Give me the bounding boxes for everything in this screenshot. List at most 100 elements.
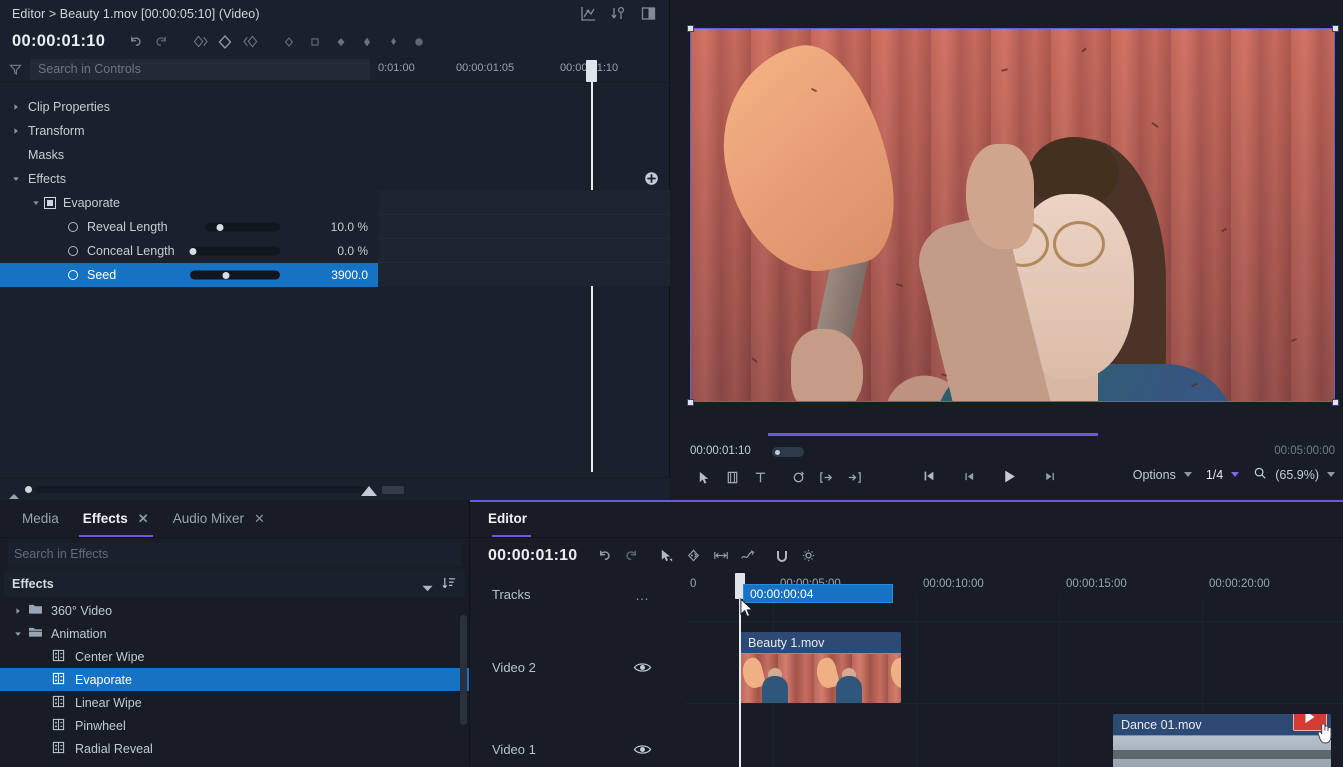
filter-icon[interactable] — [0, 63, 30, 76]
playhead-timecode[interactable]: 00:00:01:10 — [12, 32, 105, 51]
group-transform[interactable]: Transform — [0, 119, 378, 143]
viewer-quality-value[interactable]: 1/4 — [1206, 468, 1223, 482]
timeline-clip-dance[interactable]: Dance 01.mov SUBSCRIBE — [1113, 714, 1331, 767]
search-input[interactable] — [30, 59, 370, 80]
tab-audio-mixer[interactable]: Audio Mixer ✕ — [161, 500, 277, 537]
chevron-down-icon[interactable] — [10, 630, 26, 638]
viewer-zoom-level[interactable]: (65.9%) — [1275, 468, 1319, 482]
tree-folder-animation[interactable]: Animation — [0, 622, 469, 645]
chevron-down-icon[interactable] — [422, 580, 433, 595]
zoom-slider-knob[interactable] — [25, 486, 32, 493]
tree-effect-center-wipe[interactable]: Center Wipe — [0, 645, 469, 668]
track-name-video-1[interactable]: Video 1 — [492, 742, 536, 757]
play-icon[interactable] — [995, 464, 1023, 488]
crop-handle-bottom-left[interactable] — [687, 399, 694, 406]
param-value[interactable]: 10.0 % — [331, 220, 368, 234]
keyframe-lane[interactable] — [378, 190, 670, 214]
bezier-keyframe-icon[interactable] — [354, 30, 380, 54]
tree-folder-360-video[interactable]: 360° Video — [0, 599, 469, 622]
viewer-options-button[interactable]: Options — [1133, 468, 1176, 482]
undo-icon[interactable] — [122, 30, 148, 54]
video-preview[interactable] — [690, 28, 1335, 402]
next-keyframe-icon[interactable] — [238, 30, 264, 54]
param-row-reveal-length[interactable]: Reveal Length 10.0 % — [0, 215, 378, 239]
select-tool-icon[interactable] — [690, 465, 718, 489]
close-icon[interactable]: ✕ — [254, 511, 265, 527]
trim-icon[interactable] — [707, 544, 734, 568]
tab-effects[interactable]: Effects ✕ — [71, 500, 161, 537]
loop-icon[interactable] — [784, 465, 812, 489]
keyframe-playhead-handle[interactable] — [586, 60, 597, 82]
keyframe-toggle-icon[interactable] — [68, 246, 78, 256]
chevron-right-icon[interactable] — [10, 607, 26, 615]
keyframe-lane[interactable] — [378, 238, 670, 262]
zoom-in-icon[interactable] — [360, 485, 378, 500]
redo-icon[interactable] — [618, 544, 645, 568]
link-icon[interactable] — [734, 544, 761, 568]
effect-evaporate-row[interactable]: Evaporate — [0, 191, 378, 215]
add-keyframe-icon[interactable] — [212, 30, 238, 54]
slider-knob[interactable] — [189, 248, 196, 255]
param-slider[interactable] — [190, 247, 280, 256]
viewer-scrub-handle[interactable] — [772, 447, 804, 457]
tree-effect-linear-wipe[interactable]: Linear Wipe — [0, 691, 469, 714]
redo-icon[interactable] — [148, 30, 174, 54]
track-name-video-2[interactable]: Video 2 — [492, 660, 536, 675]
keyframe-toggle-icon[interactable] — [68, 270, 78, 280]
vertical-scrollbar[interactable] — [460, 615, 467, 725]
crop-tool-icon[interactable] — [718, 465, 746, 489]
timeline-timecode[interactable]: 00:00:01:10 — [488, 547, 577, 565]
mark-in-icon[interactable] — [812, 465, 840, 489]
magnifier-icon[interactable] — [1253, 466, 1267, 483]
text-tool-icon[interactable] — [746, 465, 774, 489]
slider-knob[interactable] — [217, 224, 224, 231]
crop-handle-top-right[interactable] — [1332, 25, 1339, 32]
keyframe-toggle-icon[interactable] — [68, 222, 78, 232]
horizontal-scrollbar[interactable] — [35, 486, 365, 493]
marker-icon[interactable] — [680, 544, 707, 568]
eye-icon[interactable] — [633, 661, 651, 675]
hold-keyframe-icon[interactable] — [302, 30, 328, 54]
group-masks[interactable]: Masks — [0, 143, 378, 167]
tree-effect-evaporate[interactable]: Evaporate — [0, 668, 469, 691]
close-icon[interactable]: ✕ — [138, 511, 149, 527]
previous-keyframe-icon[interactable] — [186, 30, 212, 54]
param-row-seed[interactable]: Seed 3900.0 — [0, 263, 378, 287]
chevron-down-icon[interactable] — [1327, 472, 1335, 477]
param-value[interactable]: 0.0 % — [337, 244, 368, 258]
effect-enable-checkbox[interactable] — [44, 197, 56, 209]
tab-media[interactable]: Media — [10, 500, 71, 537]
tracks-menu-button[interactable]: … — [635, 587, 650, 603]
undo-icon[interactable] — [591, 544, 618, 568]
selection-tool-icon[interactable] — [653, 544, 680, 568]
keyframe-ruler[interactable]: 0:01:00 00:00:01:05 00:00:01:10 — [378, 56, 669, 83]
chevron-down-icon[interactable] — [1231, 472, 1239, 477]
smooth-keyframe-icon[interactable] — [406, 30, 432, 54]
search-input[interactable] — [8, 543, 461, 566]
slider-knob[interactable] — [223, 272, 230, 279]
split-view-icon[interactable] — [640, 5, 657, 22]
ease-keyframe-icon[interactable] — [276, 30, 302, 54]
timeline-clip-beauty[interactable]: Beauty 1.mov — [740, 632, 901, 703]
param-value[interactable]: 3900.0 — [331, 268, 368, 282]
auto-bezier-keyframe-icon[interactable] — [380, 30, 406, 54]
magnet-snap-icon[interactable] — [768, 544, 795, 568]
param-row-conceal-length[interactable]: Conceal Length 0.0 % — [0, 239, 378, 263]
linear-keyframe-icon[interactable] — [328, 30, 354, 54]
audio-keyframe-icon[interactable] — [610, 5, 627, 22]
param-slider[interactable] — [205, 223, 280, 232]
param-slider[interactable] — [190, 271, 280, 280]
tree-effect-pinwheel[interactable]: Pinwheel — [0, 714, 469, 737]
timeline-tracks-area[interactable]: 0 00:00:05:00 00:00:10:00 00:00:15:00 00… — [685, 573, 1343, 767]
crop-handle-top-left[interactable] — [687, 25, 694, 32]
crop-handle-bottom-right[interactable] — [1332, 399, 1339, 406]
add-effect-icon[interactable] — [644, 171, 659, 186]
keyframe-lane[interactable] — [378, 214, 670, 238]
eye-icon[interactable] — [633, 743, 651, 757]
tab-editor[interactable]: Editor — [484, 500, 539, 537]
group-clip-properties[interactable]: Clip Properties — [0, 95, 378, 119]
keyframe-lane[interactable] — [378, 262, 670, 286]
tree-effect-radial-reveal[interactable]: Radial Reveal — [0, 737, 469, 760]
zoom-fit-button[interactable] — [382, 486, 404, 494]
sort-descending-icon[interactable] — [442, 576, 457, 594]
